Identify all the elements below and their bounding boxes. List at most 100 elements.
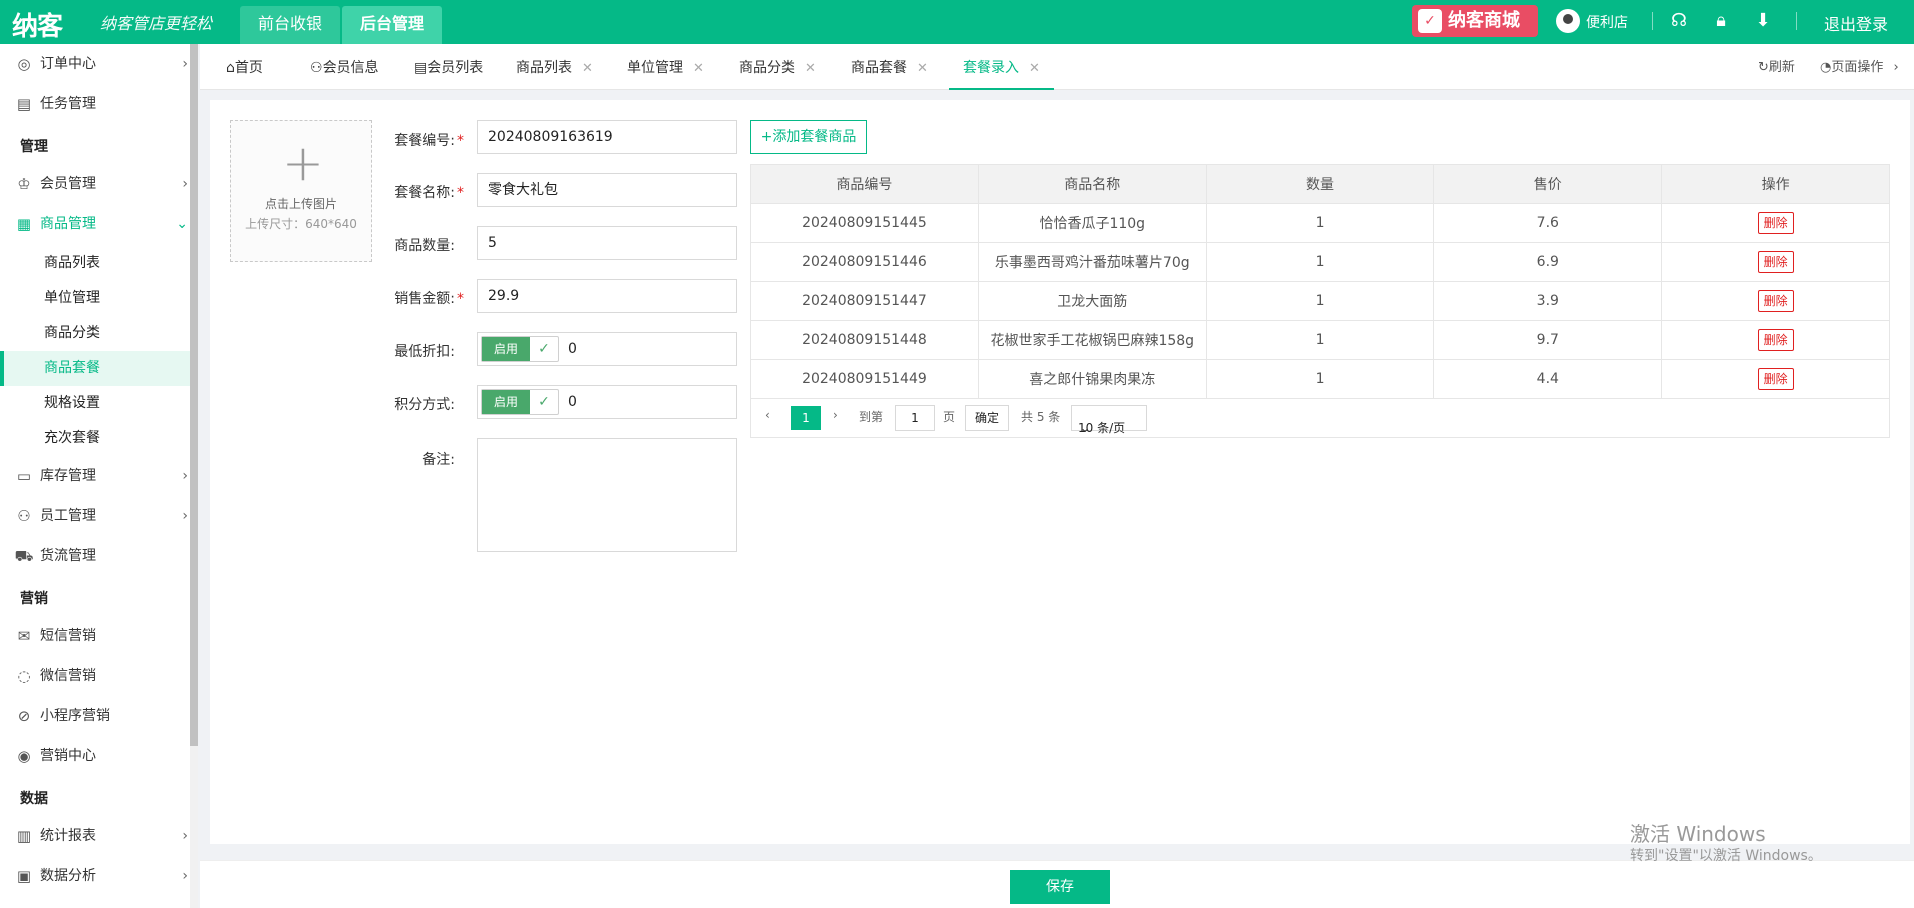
delete-button[interactable]: 删除 (1757, 212, 1794, 234)
sidebar-subitem-goods-package[interactable]: 商品套餐 (0, 351, 190, 386)
delete-button[interactable]: 删除 (1757, 368, 1794, 390)
next-page-icon[interactable]: › (833, 408, 838, 422)
nav-back-admin[interactable]: 后台管理 (342, 6, 442, 44)
chevron-right-icon: › (182, 176, 188, 192)
page-number-input[interactable]: 1 (895, 405, 935, 431)
page-ops-button[interactable]: ◔页面操作 › (1820, 44, 1899, 90)
amount-input[interactable]: 29.9 (477, 279, 737, 313)
headset-icon[interactable]: ☊ (1668, 10, 1690, 32)
sidebar-subitem-goods-list[interactable]: 商品列表 (0, 246, 190, 281)
sidebar-item-member-manage[interactable]: ♔ 会员管理 › (0, 166, 190, 202)
avatar[interactable] (1556, 9, 1580, 33)
discount-label: 最低折扣:* (394, 344, 455, 360)
cell-name: 卫龙大面筋 (977, 281, 1207, 321)
prev-page-icon[interactable]: ‹ (765, 408, 770, 422)
image-upload[interactable]: + 点击上传图片 上传尺寸：640*640 (230, 120, 372, 262)
chevron-right-icon: › (182, 508, 188, 524)
sidebar-item-label: 小程序营销 (40, 708, 110, 724)
sidebar-item-wechat-marketing[interactable]: ◌ 微信营销 (0, 658, 190, 694)
total-count: 共 5 条 (1021, 410, 1061, 424)
sidebar-item-stock-manage[interactable]: ▭ 库存管理 › (0, 458, 190, 494)
cell-code: 20240809151446 (750, 242, 979, 282)
sidebar-item-logistics-manage[interactable]: ⛟ 货流管理 (0, 538, 190, 574)
cell-code: 20240809151447 (750, 281, 979, 321)
username[interactable]: 便利店 (1586, 12, 1628, 32)
shopping-bag-icon: ✓ (1418, 9, 1442, 33)
cell-qty: 1 (1205, 320, 1435, 360)
close-icon[interactable]: ✕ (693, 61, 704, 76)
tab-goods-list[interactable]: 商品列表 ✕ (516, 44, 593, 90)
delete-button[interactable]: 删除 (1757, 329, 1794, 351)
name-input[interactable]: 零食大礼包 (477, 173, 737, 207)
refresh-icon: ↻ (1758, 60, 1769, 75)
delete-button[interactable]: 删除 (1757, 290, 1794, 312)
person-icon: ⚇ (17, 507, 31, 525)
monitor-chart-icon: ▣ (16, 867, 32, 885)
close-icon[interactable]: ✕ (1029, 61, 1040, 76)
sidebar-item-sms-marketing[interactable]: ✉ 短信营销 (0, 618, 190, 654)
logout-button[interactable]: 退出登录 (1824, 11, 1888, 35)
tab-home[interactable]: ⌂首页 (226, 44, 263, 90)
sidebar-item-label: 员工管理 (40, 508, 96, 524)
sidebar-item-order-center[interactable]: ◎ 订单中心 › (0, 46, 190, 82)
sidebar-item-task-manage[interactable]: ▤ 任务管理 (0, 86, 190, 122)
tab-member-info[interactable]: ⚇会员信息 (310, 44, 379, 90)
download-icon[interactable]: ⬇ (1752, 10, 1774, 32)
bar-chart-icon: ▥ (16, 827, 32, 845)
sidebar-subitem-goods-category[interactable]: 商品分类 (0, 316, 190, 351)
pagination: ‹ 1 › 到第 1 页 确定 共 5 条 10 条/页 ⌄ (750, 398, 1890, 438)
tab-goods-package[interactable]: 商品套餐 ✕ (851, 44, 928, 90)
sidebar-group-manage: 管理 (20, 139, 48, 155)
points-toggle[interactable]: 启用 ✓ (481, 389, 559, 415)
refresh-button[interactable]: ↻刷新 (1758, 44, 1795, 90)
sidebar-item-goods-manage[interactable]: ▦ 商品管理 ⌄ (0, 206, 190, 242)
sidebar-item-data-analysis[interactable]: ▣ 数据分析 › (0, 858, 190, 894)
points-value[interactable]: 0 (568, 394, 577, 410)
code-input[interactable]: 20240809163619 (477, 120, 737, 154)
close-icon[interactable]: ✕ (917, 61, 928, 76)
tab-label: 单位管理 (627, 60, 683, 76)
sidebar-item-stat-report[interactable]: ▥ 统计报表 › (0, 818, 190, 854)
sidebar-subitem-recharge-package[interactable]: 充次套餐 (0, 421, 190, 456)
sidebar-item-label: 数据分析 (40, 868, 96, 884)
sidebar-subitem-unit-manage[interactable]: 单位管理 (0, 281, 190, 316)
tab-label: 商品列表 (516, 60, 572, 76)
save-button[interactable]: 保存 (1010, 870, 1110, 904)
discount-toggle[interactable]: 启用 ✓ (481, 336, 559, 362)
home-icon: ⌂ (226, 60, 235, 76)
gauge-icon: ◔ (1820, 60, 1832, 75)
cell-code: 20240809151449 (750, 359, 979, 399)
remark-label: 备注:* (422, 452, 455, 468)
mall-button[interactable]: ✓ 纳客商城 (1412, 5, 1538, 37)
sidebar-item-staff-manage[interactable]: ⚇ 员工管理 › (0, 498, 190, 534)
mall-label: 纳客商城 (1448, 10, 1520, 31)
add-package-goods-button[interactable]: +添加套餐商品 (750, 120, 867, 154)
page-current[interactable]: 1 (791, 406, 821, 430)
close-icon[interactable]: ✕ (805, 61, 816, 76)
sidebar-subitem-spec-setting[interactable]: 规格设置 (0, 386, 190, 421)
tab-goods-category[interactable]: 商品分类 ✕ (739, 44, 816, 90)
table-row: 20240809151448 花椒世家手工花椒锅巴麻辣158g 1 9.7 删除 (750, 320, 1890, 360)
crown-icon: ♔ (17, 175, 31, 193)
sidebar-item-marketing-center[interactable]: ◉ 营销中心 (0, 738, 190, 774)
tab-package-entry[interactable]: 套餐录入 ✕ (949, 44, 1054, 90)
tab-member-list[interactable]: ▤会员列表 (414, 44, 483, 90)
page-size-select[interactable]: 10 条/页 ⌄ (1071, 405, 1147, 435)
goto-confirm-button[interactable]: 确定 (965, 405, 1009, 431)
sidebar-item-label: 营销中心 (40, 748, 96, 764)
sidebar-item-miniapp-marketing[interactable]: ⊘ 小程序营销 (0, 698, 190, 734)
cell-action: 删除 (1661, 359, 1890, 399)
tab-unit-manage[interactable]: 单位管理 ✕ (627, 44, 704, 90)
discount-value[interactable]: 0 (568, 341, 577, 357)
close-icon[interactable]: ✕ (582, 61, 593, 76)
sidebar-item-label: 商品管理 (40, 216, 96, 232)
nav-front-cashier[interactable]: 前台收银 (240, 6, 340, 44)
task-icon: ▤ (16, 95, 32, 113)
qty-input[interactable]: 5 (477, 226, 737, 260)
cell-qty: 1 (1205, 359, 1435, 399)
sidebar-scrollbar-thumb[interactable] (190, 44, 198, 746)
remark-textarea[interactable] (477, 438, 737, 552)
lock-icon[interactable]: 🔒︎ (1710, 10, 1732, 32)
check-icon: ✓ (538, 394, 550, 410)
delete-button[interactable]: 删除 (1757, 251, 1794, 273)
